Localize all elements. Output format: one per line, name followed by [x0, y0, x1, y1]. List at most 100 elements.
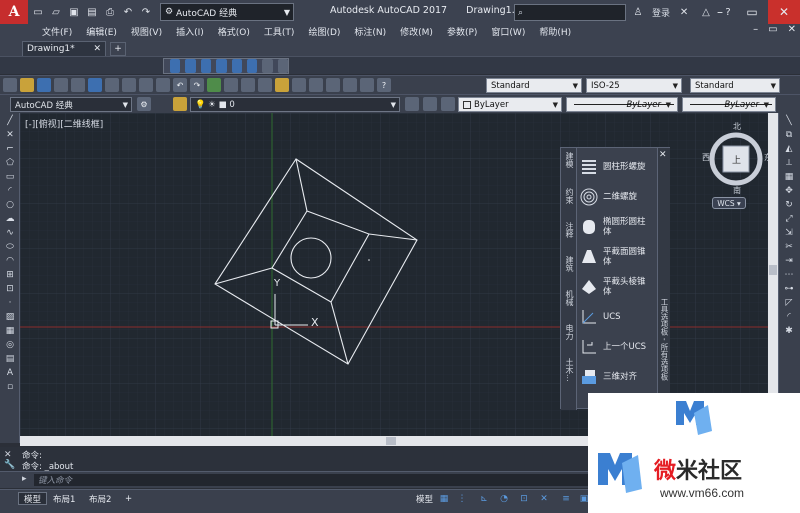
tab-mechanical[interactable]: 机械 — [563, 290, 575, 306]
spline-icon[interactable]: ∿ — [3, 227, 17, 239]
tool-ucs[interactable]: UCS — [579, 302, 655, 332]
redo-toolbar-icon[interactable]: ↷ — [190, 78, 204, 92]
rectangle-icon[interactable]: ▭ — [3, 171, 17, 183]
new-layout-button[interactable]: + — [120, 492, 137, 505]
workspace-settings-icon[interactable]: ⚙ — [137, 97, 151, 111]
move-icon[interactable]: ✥ — [782, 185, 796, 197]
doc-close-button[interactable]: ✕ — [788, 24, 796, 35]
tool-frustum-cone[interactable]: 平截面圆锥体 — [579, 242, 655, 272]
revision-cloud-icon[interactable]: ☁ — [3, 213, 17, 225]
fillet-icon[interactable]: ◜ — [782, 311, 796, 323]
gradient-icon[interactable]: ▦ — [3, 325, 17, 337]
close-tab-icon[interactable]: ✕ — [93, 44, 101, 54]
join-icon[interactable]: ⊶ — [782, 283, 796, 295]
tool-previous-ucs[interactable]: 上一个UCS — [579, 332, 655, 362]
arc-icon[interactable]: ◜ — [3, 185, 17, 197]
right-view-icon[interactable] — [216, 59, 227, 73]
menu-format[interactable]: 格式(O) — [218, 25, 250, 38]
undo-icon[interactable]: ↶ — [120, 4, 136, 20]
circle-icon[interactable]: ○ — [3, 199, 17, 211]
vertical-scroll-thumb[interactable] — [769, 265, 777, 275]
zoom-previous-icon[interactable] — [258, 78, 272, 92]
layer-match-icon[interactable] — [441, 97, 455, 111]
new-file-icon[interactable]: ▭ — [30, 4, 46, 20]
design-center-icon[interactable] — [292, 78, 306, 92]
insert-block-icon[interactable]: ⊞ — [3, 269, 17, 281]
tool-2d-spiral[interactable]: 二维螺旋 — [579, 182, 655, 212]
markup-icon[interactable] — [343, 78, 357, 92]
extend-icon[interactable]: ⇥ — [782, 255, 796, 267]
tool-elliptical-cylinder[interactable]: 椭圆形圆柱体 — [579, 212, 655, 242]
close-icon[interactable]: ✕ — [659, 150, 667, 160]
trim-icon[interactable]: ✂ — [782, 241, 796, 253]
save-as-icon[interactable]: ▤ — [84, 4, 100, 20]
open-icon[interactable] — [20, 78, 34, 92]
doc-minimize-button[interactable]: – — [753, 24, 758, 35]
menu-edit[interactable]: 编辑(E) — [86, 25, 117, 38]
zoom-realtime-icon[interactable] — [224, 78, 238, 92]
tab-annotation[interactable]: 注释 — [563, 222, 575, 238]
menu-tools[interactable]: 工具(T) — [264, 25, 295, 38]
mirror-icon[interactable]: ◭ — [782, 143, 796, 155]
viewcube-west[interactable]: 西 — [702, 152, 710, 163]
maximize-button[interactable]: ▭ — [736, 0, 768, 24]
polar-icon[interactable]: ◔ — [498, 493, 510, 505]
login-link[interactable]: 登录 — [652, 6, 670, 19]
table-icon[interactable]: ▤ — [3, 353, 17, 365]
undo-toolbar-icon[interactable]: ↶ — [173, 78, 187, 92]
region-icon[interactable]: ◎ — [3, 339, 17, 351]
iso-view-icon[interactable] — [262, 59, 273, 73]
user-icon[interactable]: ♙ — [630, 4, 646, 20]
redo-icon[interactable]: ↷ — [138, 4, 154, 20]
paste-icon[interactable] — [139, 78, 153, 92]
menu-file[interactable]: 文件(F) — [42, 25, 72, 38]
application-menu-button[interactable]: A — [0, 0, 28, 24]
tool-3d-align[interactable]: 三维对齐 — [579, 362, 655, 392]
tool-helix[interactable]: 圆柱形螺旋 — [579, 152, 655, 182]
lineweight-select[interactable]: ByLayer ▼ — [682, 97, 776, 112]
front-view-icon[interactable] — [231, 59, 242, 73]
otrack-icon[interactable]: ✕ — [538, 493, 550, 505]
rotate-icon[interactable]: ↻ — [782, 199, 796, 211]
tab-architectural[interactable]: 建筑 — [563, 256, 575, 272]
erase-icon[interactable]: ╲ — [782, 115, 796, 127]
make-block-icon[interactable]: ⊡ — [3, 283, 17, 295]
polygon-icon[interactable]: ⬠ — [3, 157, 17, 169]
menu-modify[interactable]: 修改(M) — [400, 25, 433, 38]
point-icon[interactable]: · — [3, 297, 17, 309]
wrench-icon[interactable]: 🔧 — [4, 460, 15, 470]
mtext-icon[interactable]: A — [3, 367, 17, 379]
left-view-icon[interactable] — [200, 59, 212, 73]
model-space-toggle[interactable]: 模型 — [414, 493, 435, 505]
dimension-style-select[interactable]: ISO-25 ▼ — [586, 78, 682, 93]
help-toolbar-icon[interactable]: ? — [377, 78, 391, 92]
polyline-icon[interactable]: ⌐ — [3, 143, 17, 155]
preview-icon[interactable] — [71, 78, 85, 92]
viewcube-south[interactable]: 南 — [733, 185, 741, 196]
layer-previous-icon[interactable] — [423, 97, 437, 111]
tab-civil[interactable]: 土木... — [563, 358, 575, 382]
tool-palettes-icon[interactable] — [309, 78, 323, 92]
copy-icon[interactable] — [122, 78, 136, 92]
menu-window[interactable]: 窗口(W) — [491, 25, 525, 38]
layer-properties-icon[interactable] — [173, 97, 187, 111]
make-current-layer-icon[interactable] — [405, 97, 419, 111]
exchange-icon[interactable]: ✕ — [676, 4, 692, 20]
publish-icon[interactable] — [88, 78, 102, 92]
tab-modeling[interactable]: 建模 — [563, 152, 575, 168]
tab-layout2[interactable]: 布局2 — [84, 492, 116, 505]
quickcalc-icon[interactable] — [360, 78, 374, 92]
match-properties-icon[interactable] — [156, 78, 170, 92]
linetype-select[interactable]: ByLayer ▼ — [566, 97, 678, 112]
add-selected-icon[interactable]: ▫ — [3, 381, 17, 393]
vertical-scrollbar[interactable] — [768, 113, 778, 436]
workspace-dropdown[interactable]: ⚙ AutoCAD 经典 ▼ — [160, 3, 294, 21]
properties-icon[interactable] — [275, 78, 289, 92]
pan-icon[interactable] — [207, 78, 221, 92]
menu-dimension[interactable]: 标注(N) — [354, 25, 386, 38]
tab-electrical[interactable]: 电力 — [563, 324, 575, 340]
tab-constraints[interactable]: 约束 — [563, 188, 575, 204]
construction-line-icon[interactable]: ✕ — [3, 129, 17, 141]
sheet-set-icon[interactable] — [326, 78, 340, 92]
scale-icon[interactable]: ⤢ — [782, 213, 796, 225]
